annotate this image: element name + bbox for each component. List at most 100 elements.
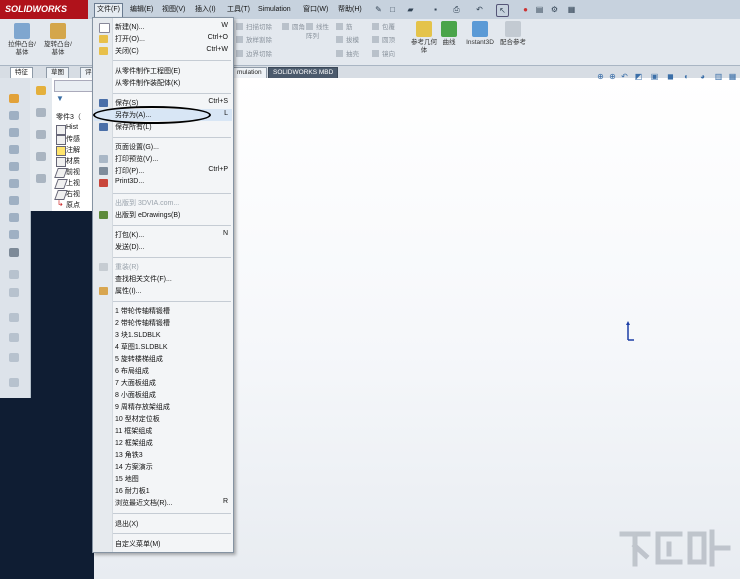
menu-item-publish-edrawings[interactable]: 出版到 eDrawings(B) [94,209,232,221]
recent-file-12[interactable]: 12 框架组成 [94,437,232,449]
dimxpert-tab-icon[interactable] [36,152,46,161]
tree-root[interactable]: 零件3（ [56,112,81,122]
menu-item-open[interactable]: 打开(O)... Ctrl+O [94,33,232,45]
menu-item-print3d[interactable]: Print3D... [94,177,232,189]
menu-item-make-drawing[interactable]: 从零件制作工程图(E) [94,65,232,77]
text-tool-icon[interactable] [9,213,19,222]
sketch-tool-icon[interactable] [9,94,19,103]
options-grid-icon[interactable]: ▦ [566,4,577,15]
zoom-area-icon[interactable]: ⊕ [608,72,617,81]
menu-item-print-preview[interactable]: 打印预览(V)... [94,153,232,165]
wrap-item[interactable]: 包覆 [372,23,395,32]
offset-tool-icon[interactable] [9,313,19,322]
filter-icon[interactable]: ▼ [56,94,64,103]
tab-features[interactable]: 特征 [10,67,33,78]
recent-file-13[interactable]: 13 角铁3 [94,449,232,461]
fillet-item[interactable]: 圆角 [282,23,305,32]
tree-item-front-plane[interactable]: 前视 [66,167,80,177]
tree-item-sensors[interactable]: 传感 [66,134,80,144]
relation-tool-icon[interactable] [9,270,19,279]
open-document-icon[interactable]: ▰ [405,4,416,15]
tree-item-origin[interactable]: 原点 [66,200,80,210]
menu-item-close[interactable]: 关闭(C) Ctrl+W [94,45,232,57]
new-document-icon[interactable]: □ [387,4,398,15]
tree-item-right-plane[interactable]: 右视 [66,189,80,199]
circle-tool-icon[interactable] [9,145,19,154]
rib-item[interactable]: 筋 [336,23,353,32]
menu-item-new[interactable]: 新建(N)... W [94,21,232,33]
mate-reference-button[interactable]: 配合参考 [500,21,526,47]
reference-geometry-button[interactable]: 参考几何体 [410,21,438,55]
menu-item-publish-3dvia[interactable]: 出版到 3DVIA.com... [94,197,232,209]
point-tool-icon[interactable] [9,196,19,205]
menu-window[interactable]: 窗口(W) [301,3,330,16]
dome-item[interactable]: 圆顶 [372,36,395,45]
tree-item-material[interactable]: 材质 [66,156,80,166]
traffic-light-icon[interactable]: ● [520,4,531,15]
menu-item-send[interactable]: 发送(D)... [94,241,232,253]
rebuild-icon[interactable]: ▤ [534,4,545,15]
convert-tool-icon[interactable] [9,333,19,342]
menu-edit[interactable]: 编辑(E) [128,3,155,16]
draft-item[interactable]: 拔模 [336,36,359,45]
pattern-tool-icon[interactable] [9,353,19,362]
menu-item-make-assembly[interactable]: 从零件制作装配体(K) [94,77,232,89]
menu-file[interactable]: 文件(F) [94,3,123,18]
recent-file-2[interactable]: 2 带轮传轴精锻槽 [94,317,232,329]
arc-tool-icon[interactable] [9,162,19,171]
options-icon[interactable]: ⚙ [549,4,560,15]
recent-file-11[interactable]: 11 框架组成 [94,425,232,437]
edit-appearance-icon[interactable]: ◕ [698,72,707,81]
recent-file-3[interactable]: 3 块1.SLDBLK [94,329,232,341]
mirror-tool-icon[interactable] [9,288,19,297]
menu-item-page-setup[interactable]: 页面设置(G)... [94,141,232,153]
recent-file-5[interactable]: 5 旋转楼梯组成 [94,353,232,365]
boundary-cut-item[interactable]: 边界切除 [236,50,272,59]
select-icon[interactable]: ↖ [496,4,509,17]
section-view-icon[interactable]: ◩ [634,72,643,81]
display-manager-tab-icon[interactable] [36,174,46,183]
configurationmanager-tab-icon[interactable] [36,130,46,139]
hide-show-icon[interactable]: ◐ [682,72,691,81]
menu-insert[interactable]: 插入(I) [193,3,218,16]
line-tool-icon[interactable] [9,111,19,120]
shell-item[interactable]: 抽壳 [336,50,359,59]
featuremanager-tab-icon[interactable] [36,86,46,95]
save-icon[interactable]: ▪ [430,4,441,15]
instant3d-button[interactable]: Instant3D [462,21,498,47]
zoom-to-fit-icon[interactable]: ⊕ [596,72,605,81]
loft-cut-item[interactable]: 放样割除 [236,36,272,45]
menu-item-customize-menu[interactable]: 自定义菜单(M) [94,538,232,550]
recent-file-6[interactable]: 6 布局组成 [94,365,232,377]
recent-file-1[interactable]: 1 带轮传轴精锻槽 [94,305,232,317]
tab-solidworks-mbd[interactable]: SOLIDWORKS MBD [268,67,339,78]
propertymanager-tab-icon[interactable] [36,108,46,117]
recent-file-10[interactable]: 10 型材定位板 [94,413,232,425]
undo-icon[interactable]: ↶ [474,4,485,15]
menu-item-print[interactable]: 打印(P)... Ctrl+P [94,165,232,177]
tab-sketch[interactable]: 草图 [46,67,69,78]
menu-item-properties[interactable]: 属性(I)... [94,285,232,297]
spline-tool-icon[interactable] [9,179,19,188]
menu-item-browse-recent[interactable]: 浏览最近文档(R)... R [94,497,232,509]
recent-file-8[interactable]: 8 小面板组成 [94,389,232,401]
scene-icon[interactable]: ▥ [714,72,723,81]
revolve-boss-button[interactable]: 旋转凸台/基体 [42,23,74,57]
menu-item-pack-and-go[interactable]: 打包(K)... N [94,229,232,241]
menu-tools[interactable]: 工具(T) [225,3,252,16]
menu-help[interactable]: 帮助(H) [336,3,364,16]
view-orientation-icon[interactable]: ▣ [650,72,659,81]
tab-simulation[interactable]: mulation [232,67,267,78]
menu-item-reload[interactable]: 重装(R) [94,261,232,273]
tree-item-top-plane[interactable]: 上视 [66,178,80,188]
recent-file-14[interactable]: 14 方案演示 [94,461,232,473]
rectangle-tool-icon[interactable] [9,128,19,137]
tree-item-history[interactable]: Hist [66,124,78,131]
previous-view-icon[interactable]: ↶ [620,72,629,81]
menu-item-exit[interactable]: 退出(X) [94,518,232,530]
tree-item-annotations[interactable]: 注解 [66,145,80,155]
display-style-icon[interactable]: ◼ [666,72,675,81]
pin-icon[interactable]: ✎ [373,4,384,15]
trim-tool-icon[interactable] [9,230,19,239]
linear-pattern-item[interactable]: 线性阵列 [306,23,330,41]
